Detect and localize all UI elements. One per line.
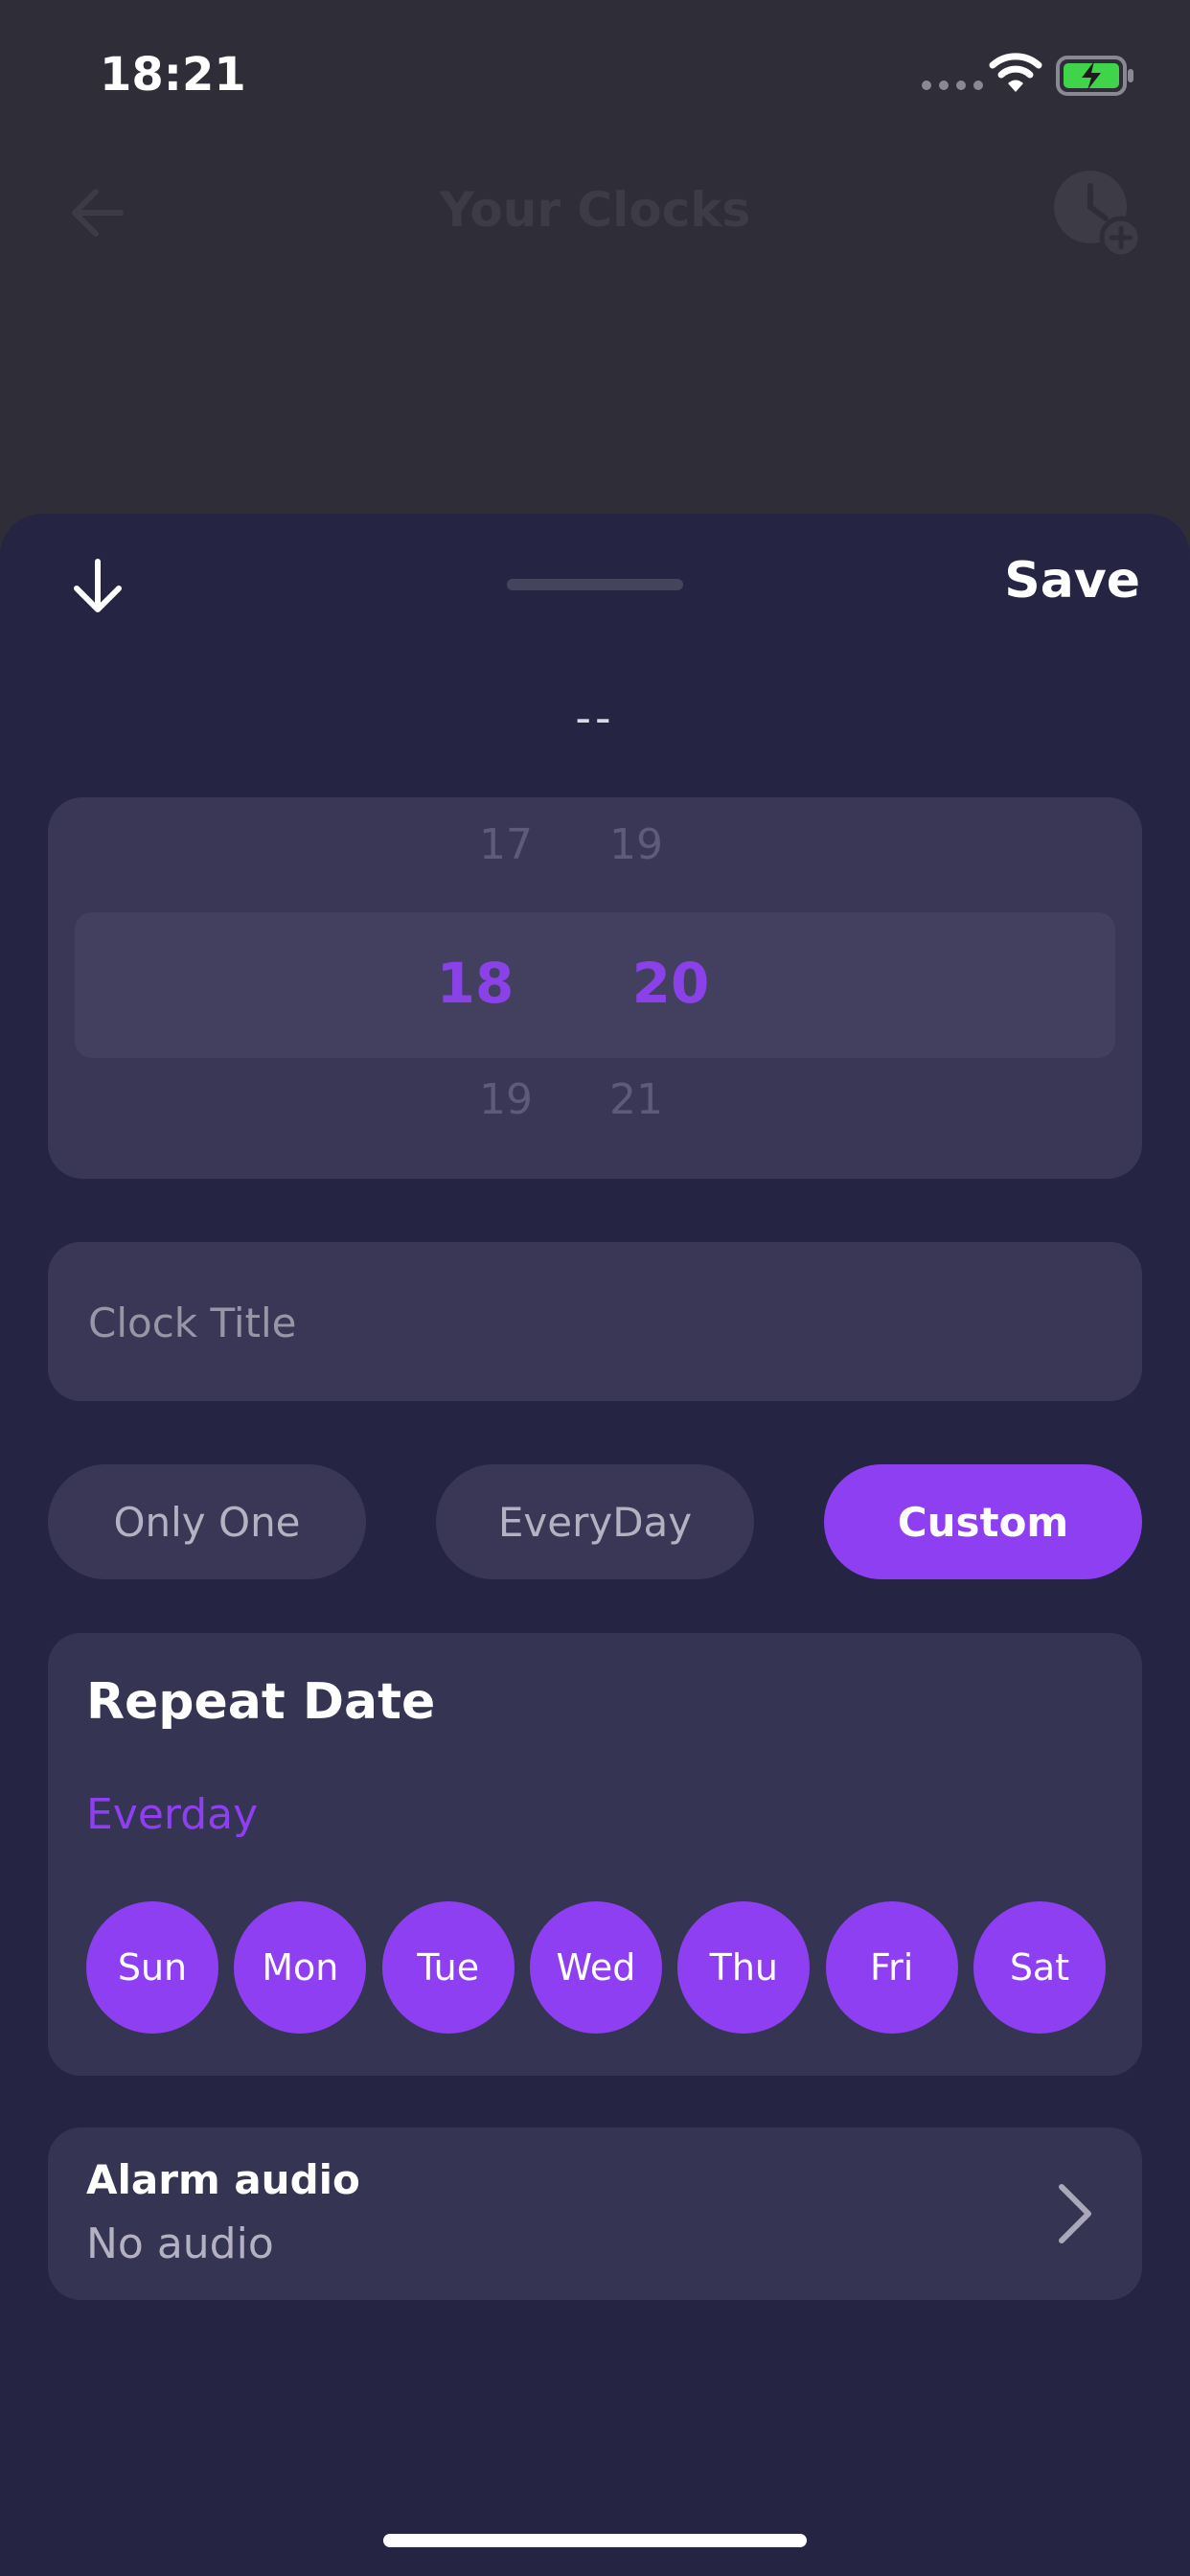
time-readout: -- <box>575 692 615 744</box>
chevron-right-icon <box>1059 2184 1091 2243</box>
day-toggle-sun[interactable]: Sun <box>86 1901 218 2034</box>
add-clock-icon <box>1054 171 1142 259</box>
clock-title-field <box>48 1242 1142 1403</box>
day-toggle-mon[interactable]: Mon <box>234 1901 367 2034</box>
clock-title-input[interactable] <box>86 1242 1106 1403</box>
hour-option-below[interactable]: 19 <box>448 1075 563 1124</box>
day-selector: Sun Mon Tue Wed Thu Fri Sat <box>86 1901 1106 2034</box>
picker-selection-band <box>75 912 1115 1058</box>
day-toggle-tue[interactable]: Tue <box>381 1901 515 2034</box>
alarm-audio-label: Alarm audio <box>86 2156 360 2203</box>
day-toggle-wed[interactable]: Wed <box>529 1901 662 2034</box>
day-toggle-thu[interactable]: Thu <box>677 1901 811 2034</box>
alarm-audio-value: No audio <box>86 2220 274 2268</box>
option-everyday[interactable]: EveryDay <box>436 1464 754 1579</box>
background-header: Your Clocks <box>0 153 1190 278</box>
add-clock-sheet: Save -- 17 18 19 19 20 21 Only One Every… <box>0 514 1190 2576</box>
hour-option-selected[interactable]: 18 <box>418 951 533 1016</box>
cellular-signal-icon <box>922 80 983 90</box>
hour-option-above[interactable]: 17 <box>448 820 563 869</box>
option-only-one[interactable]: Only One <box>48 1464 366 1579</box>
battery-charging-icon <box>1056 56 1133 96</box>
alarm-audio-row[interactable]: Alarm audio No audio <box>48 2128 1142 2300</box>
minute-option-above[interactable]: 19 <box>579 820 694 869</box>
arrow-down-icon[interactable] <box>69 556 126 617</box>
page-title: Your Clocks <box>439 182 751 238</box>
status-time: 18:21 <box>100 48 246 102</box>
minute-option-below[interactable]: 21 <box>579 1075 694 1124</box>
day-toggle-sat[interactable]: Sat <box>973 1901 1106 2034</box>
drag-handle[interactable] <box>507 579 683 590</box>
wifi-icon <box>989 53 1042 92</box>
day-toggle-fri[interactable]: Fri <box>825 1901 958 2034</box>
save-button[interactable]: Save <box>1004 552 1140 610</box>
repeat-date-card: Repeat Date Everday Sun Mon Tue Wed Thu … <box>48 1633 1142 2076</box>
time-picker[interactable]: 17 18 19 19 20 21 <box>48 797 1142 1179</box>
option-custom[interactable]: Custom <box>824 1464 1142 1579</box>
minute-option-selected[interactable]: 20 <box>613 951 728 1016</box>
repeat-date-summary: Everday <box>86 1790 259 1839</box>
status-bar: 18:21 <box>0 0 1190 144</box>
repeat-date-title: Repeat Date <box>86 1673 436 1731</box>
home-indicator[interactable] <box>383 2534 807 2547</box>
